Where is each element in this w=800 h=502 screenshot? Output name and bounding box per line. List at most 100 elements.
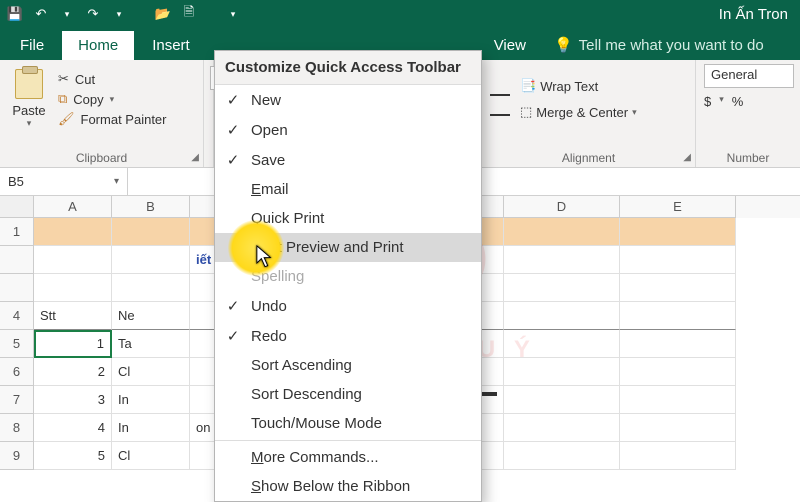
grid-cell[interactable]	[504, 358, 620, 386]
grid-cell[interactable]: Cl	[112, 442, 190, 470]
menu-item[interactable]: Touch/Mouse Mode	[215, 409, 481, 438]
grid-cell[interactable]	[112, 246, 190, 274]
grid-cell[interactable]: 4	[34, 414, 112, 442]
grid-cell[interactable]	[34, 218, 112, 246]
save-icon[interactable]: 💾	[6, 5, 24, 23]
grid-cell[interactable]	[504, 386, 620, 414]
format-painter-button[interactable]: 🖌 Format Painter	[58, 111, 167, 127]
grid-cell[interactable]	[620, 246, 736, 274]
grid-cell[interactable]	[620, 274, 736, 302]
copy-button[interactable]: ⧉ Copy ▾	[58, 91, 167, 107]
row-header[interactable]	[0, 274, 34, 302]
grid-cell[interactable]: 3	[34, 386, 112, 414]
paste-more-icon[interactable]: ▾	[27, 118, 32, 129]
grid-cell[interactable]	[620, 330, 736, 358]
merge-center-button[interactable]: ⬚ Merge & Center ▾	[520, 104, 637, 120]
row-header[interactable]: 5	[0, 330, 34, 358]
menu-item[interactable]: ✓New	[215, 85, 481, 115]
menu-item[interactable]: Print Preview and Print	[215, 233, 481, 262]
open-icon[interactable]: 📂	[154, 5, 172, 23]
menu-item[interactable]: ✓Open	[215, 115, 481, 145]
grid-cell[interactable]	[504, 442, 620, 470]
new-icon[interactable]: 🗎	[180, 5, 198, 23]
currency-more-icon[interactable]: ▾	[719, 94, 724, 109]
align-icons[interactable]	[490, 82, 510, 116]
row-header[interactable]	[0, 246, 34, 274]
tab-insert[interactable]: Insert	[136, 31, 206, 60]
tab-view[interactable]: View	[478, 31, 542, 60]
grid-cell[interactable]	[504, 246, 620, 274]
undo-icon[interactable]: ↶	[32, 5, 50, 23]
grid-cell[interactable]	[504, 330, 620, 358]
cut-button[interactable]: ✂ Cut	[58, 71, 167, 87]
column-header[interactable]: B	[112, 196, 190, 218]
paste-button[interactable]: Paste ▾	[8, 64, 50, 134]
grid-cell[interactable]	[620, 386, 736, 414]
undo-more-icon[interactable]: ▾	[58, 5, 76, 23]
grid-cell[interactable]: Ne	[112, 302, 190, 330]
grid-cell[interactable]: 1	[34, 330, 112, 358]
grid-cell[interactable]	[620, 442, 736, 470]
redo-icon[interactable]: ↷	[84, 5, 102, 23]
grid-cell[interactable]: 2	[34, 358, 112, 386]
menu-item[interactable]: Spelling	[215, 262, 481, 291]
row-header[interactable]: 7	[0, 386, 34, 414]
merge-more-icon[interactable]: ▾	[632, 107, 637, 118]
menu-item[interactable]: Show Below the Ribbon	[215, 472, 481, 501]
row-header[interactable]: 9	[0, 442, 34, 470]
column-header[interactable]: E	[620, 196, 736, 218]
tab-file[interactable]: File	[4, 31, 60, 60]
menu-item[interactable]: ✓Save	[215, 145, 481, 175]
row-header[interactable]: 4	[0, 302, 34, 330]
grid-cell[interactable]	[620, 414, 736, 442]
column-header[interactable]: A	[34, 196, 112, 218]
grid-cell[interactable]: Ta	[112, 330, 190, 358]
currency-button[interactable]: $	[704, 94, 711, 109]
copy-label: Copy	[73, 92, 103, 107]
menu-item[interactable]: Email	[215, 175, 481, 204]
align-top-icon[interactable]	[490, 82, 510, 96]
customize-qat-icon[interactable]: ▾	[224, 5, 242, 23]
wrap-text-button[interactable]: 📑 Wrap Text	[520, 78, 637, 94]
row-header[interactable]: 8	[0, 414, 34, 442]
grid-cell[interactable]	[504, 302, 620, 330]
grid-cell[interactable]	[504, 218, 620, 246]
dialog-launcher-icon[interactable]: ◢	[191, 152, 199, 163]
grid-cell[interactable]: 5	[34, 442, 112, 470]
menu-item[interactable]: Quick Print	[215, 204, 481, 233]
grid-cell[interactable]	[620, 358, 736, 386]
percent-button[interactable]: %	[732, 94, 744, 109]
menu-item[interactable]: Sort Ascending	[215, 351, 481, 380]
tell-me[interactable]: 💡 Tell me what you want to do	[544, 30, 774, 60]
row-header[interactable]: 1	[0, 218, 34, 246]
select-all-corner[interactable]	[0, 196, 34, 218]
menu-item-label: Redo	[251, 328, 287, 345]
grid-cell[interactable]: In	[112, 414, 190, 442]
grid-cell[interactable]: In	[112, 386, 190, 414]
copy-more-icon[interactable]: ▾	[110, 94, 115, 105]
menu-item[interactable]: ✓Redo	[215, 321, 481, 351]
menu-item[interactable]: More Commands...	[215, 443, 481, 472]
dialog-launcher-icon[interactable]: ◢	[683, 152, 691, 163]
grid-cell[interactable]	[112, 218, 190, 246]
grid-cell[interactable]	[504, 414, 620, 442]
name-box[interactable]: B5 ▾	[0, 168, 128, 195]
grid-cell[interactable]	[620, 302, 736, 330]
row-header[interactable]: 6	[0, 358, 34, 386]
column-header[interactable]: D	[504, 196, 620, 218]
menu-item[interactable]: ✓Undo	[215, 291, 481, 321]
redo-more-icon[interactable]: ▾	[110, 5, 128, 23]
lightbulb-icon: 💡	[554, 36, 573, 54]
align-middle-icon[interactable]	[490, 102, 510, 116]
number-format-dropdown[interactable]: General	[704, 64, 794, 88]
grid-cell[interactable]	[112, 274, 190, 302]
grid-cell[interactable]	[504, 274, 620, 302]
chevron-down-icon[interactable]: ▾	[114, 176, 119, 187]
grid-cell[interactable]	[34, 274, 112, 302]
grid-cell[interactable]	[34, 246, 112, 274]
grid-cell[interactable]: Stt	[34, 302, 112, 330]
tab-home[interactable]: Home	[62, 31, 134, 60]
grid-cell[interactable]: Cl	[112, 358, 190, 386]
menu-item[interactable]: Sort Descending	[215, 380, 481, 409]
grid-cell[interactable]	[620, 218, 736, 246]
